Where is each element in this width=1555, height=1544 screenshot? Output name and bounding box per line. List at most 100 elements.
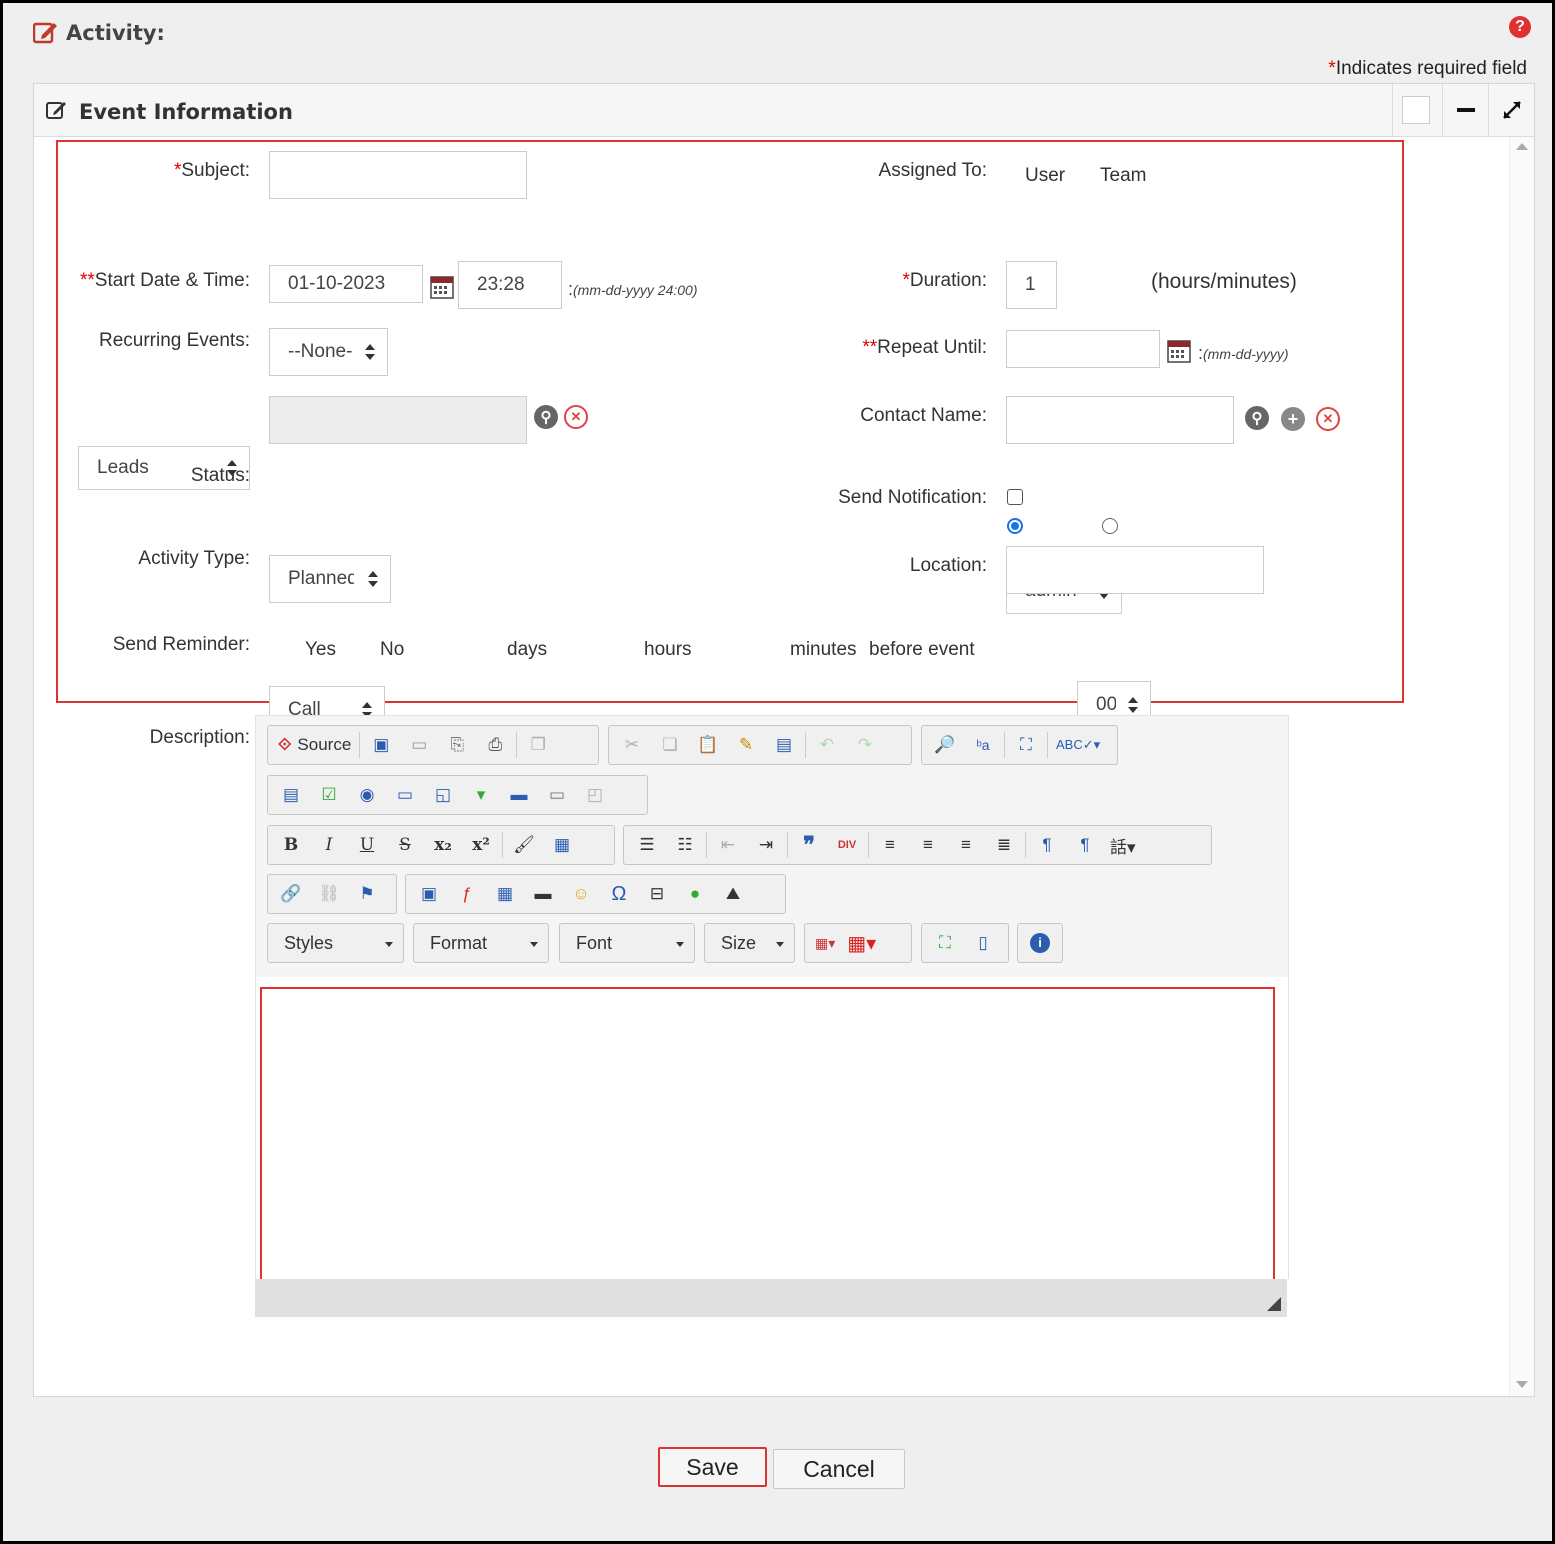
horizontal-rule-icon[interactable]: ▬ — [526, 880, 560, 908]
add-icon[interactable]: + — [1281, 407, 1305, 431]
find-icon[interactable]: 🔎 — [928, 731, 962, 759]
location-input[interactable] — [1006, 546, 1264, 594]
recurring-select[interactable]: --None-- — [269, 328, 388, 376]
create-div-icon[interactable]: DIV — [830, 831, 864, 859]
clear-icon[interactable]: ✕ — [1316, 407, 1340, 431]
maximize-icon[interactable]: ⛶ — [928, 929, 962, 957]
info-icon[interactable]: i — [1024, 929, 1056, 957]
panel-square-button[interactable] — [1392, 84, 1439, 136]
align-left-icon[interactable]: ≡ — [873, 831, 907, 859]
rtl-icon[interactable]: ¶ — [1068, 831, 1102, 859]
expand-button[interactable] — [1488, 84, 1535, 136]
image-frame-icon[interactable]: ⛰ — [716, 880, 750, 908]
search-icon[interactable]: ⚲ — [534, 405, 558, 429]
form-icon[interactable]: ▤ — [274, 781, 308, 809]
duration-hours-input[interactable]: 1 — [1006, 261, 1057, 309]
bold-button[interactable]: B — [274, 831, 308, 859]
scroll-down-icon[interactable] — [1516, 1381, 1528, 1388]
show-blocks-icon[interactable]: ▯ — [966, 929, 1000, 957]
search-icon[interactable]: ⚲ — [1245, 406, 1269, 430]
bg-color-icon[interactable]: ▦▾ — [843, 929, 880, 957]
radio-icon[interactable]: ◉ — [350, 781, 384, 809]
superscript-button[interactable]: x² — [464, 831, 498, 859]
start-date-input[interactable]: 01-10-2023 — [269, 265, 423, 303]
undo-icon[interactable]: ↶ — [810, 731, 844, 759]
cancel-button[interactable]: Cancel — [773, 1449, 905, 1489]
special-char-icon[interactable]: Ω — [602, 880, 636, 908]
anchor-icon[interactable]: ⚑ — [350, 880, 384, 908]
status-select[interactable]: Planned — [269, 555, 391, 603]
outdent-icon[interactable]: ⇤ — [711, 831, 745, 859]
indent-icon[interactable]: ⇥ — [749, 831, 783, 859]
send-notification-checkbox[interactable] — [1007, 489, 1023, 505]
calendar-icon[interactable] — [1167, 339, 1191, 363]
textfield-icon[interactable]: ▭ — [388, 781, 422, 809]
format-combo[interactable]: Format — [413, 923, 549, 963]
new-page-icon[interactable]: ▭ — [402, 731, 436, 759]
textarea-icon[interactable]: ◱ — [426, 781, 460, 809]
underline-button[interactable]: U — [350, 831, 384, 859]
unlink-icon[interactable]: ⛓ — [312, 880, 346, 908]
size-combo[interactable]: Size — [704, 923, 795, 963]
subscript-button[interactable]: x₂ — [426, 831, 460, 859]
subject-input[interactable] — [269, 151, 527, 199]
strike-button[interactable]: S — [388, 831, 422, 859]
blockquote-icon[interactable]: ❞ — [792, 831, 826, 859]
start-time-input[interactable]: 23:28 — [458, 261, 562, 309]
paste-text-icon[interactable]: ✎ — [729, 731, 763, 759]
link-icon[interactable]: 🔗 — [274, 880, 308, 908]
contact-name-label: Contact Name: — [860, 405, 987, 426]
repeat-until-input[interactable] — [1006, 330, 1160, 368]
language-icon[interactable]: 話▾ — [1106, 831, 1140, 859]
source-button[interactable]: ⟐ Source — [274, 731, 355, 759]
collapse-button[interactable] — [1442, 84, 1489, 136]
image-icon[interactable]: ▣ — [412, 880, 446, 908]
replace-icon[interactable]: ᵇa — [966, 731, 1000, 759]
select-field-icon[interactable]: ▾ — [464, 781, 498, 809]
remove-format-icon[interactable]: ▦ — [545, 831, 579, 859]
paste-icon[interactable]: 📋 — [691, 731, 725, 759]
duration-label: *Duration: — [902, 270, 987, 291]
hidden-field-icon[interactable]: ◰ — [578, 781, 612, 809]
flash-icon[interactable]: ƒ — [450, 880, 484, 908]
checkbox-icon[interactable]: ☑ — [312, 781, 346, 809]
smiley-icon[interactable]: ☺ — [564, 880, 598, 908]
copy-icon[interactable]: ❏ — [653, 731, 687, 759]
align-center-icon[interactable]: ≡ — [911, 831, 945, 859]
ltr-icon[interactable]: ¶ — [1030, 831, 1064, 859]
resize-handle-icon[interactable] — [1267, 1297, 1281, 1311]
iframe-icon[interactable]: ● — [678, 880, 712, 908]
clear-icon[interactable]: ✕ — [564, 405, 588, 429]
save-button[interactable]: Save — [658, 1447, 767, 1487]
scrollbar[interactable] — [1509, 137, 1534, 1396]
align-right-icon[interactable]: ≡ — [949, 831, 983, 859]
italic-button[interactable]: I — [312, 831, 346, 859]
paste-word-icon[interactable]: ▤ — [767, 731, 801, 759]
print-icon[interactable]: ⎙ — [478, 731, 512, 759]
numbered-list-icon[interactable]: ☰ — [630, 831, 664, 859]
spellcheck-icon[interactable]: ABC✓▾ — [1052, 731, 1104, 759]
help-icon[interactable]: ? — [1509, 16, 1531, 38]
calendar-icon[interactable] — [430, 275, 454, 299]
justify-icon[interactable]: ≣ — [987, 831, 1021, 859]
image-button-icon[interactable]: ▭ — [540, 781, 574, 809]
save-doc-icon[interactable]: ▣ — [364, 731, 398, 759]
templates-icon[interactable]: ❐ — [521, 731, 555, 759]
page-break-icon[interactable]: ⊟ — [640, 880, 674, 908]
assigned-user-radio[interactable] — [1007, 518, 1023, 534]
bulleted-list-icon[interactable]: ☷ — [668, 831, 702, 859]
table-icon[interactable]: ▦ — [488, 880, 522, 908]
styles-combo[interactable]: Styles — [267, 923, 404, 963]
cut-icon[interactable]: ✂ — [615, 731, 649, 759]
select-all-icon[interactable]: ⛶ — [1009, 731, 1043, 759]
font-combo[interactable]: Font — [559, 923, 695, 963]
copy-format-icon[interactable]: 🖌 — [507, 831, 541, 859]
preview-icon[interactable]: ⎘ — [440, 731, 474, 759]
edit-icon — [33, 22, 57, 44]
text-color-icon[interactable]: ▦▾ — [811, 929, 839, 957]
button-field-icon[interactable]: ▬ — [502, 781, 536, 809]
redo-icon[interactable]: ↷ — [848, 731, 882, 759]
hours-label: hours — [644, 639, 692, 660]
contact-name-input[interactable] — [1006, 396, 1234, 444]
scroll-up-icon[interactable] — [1516, 143, 1528, 150]
